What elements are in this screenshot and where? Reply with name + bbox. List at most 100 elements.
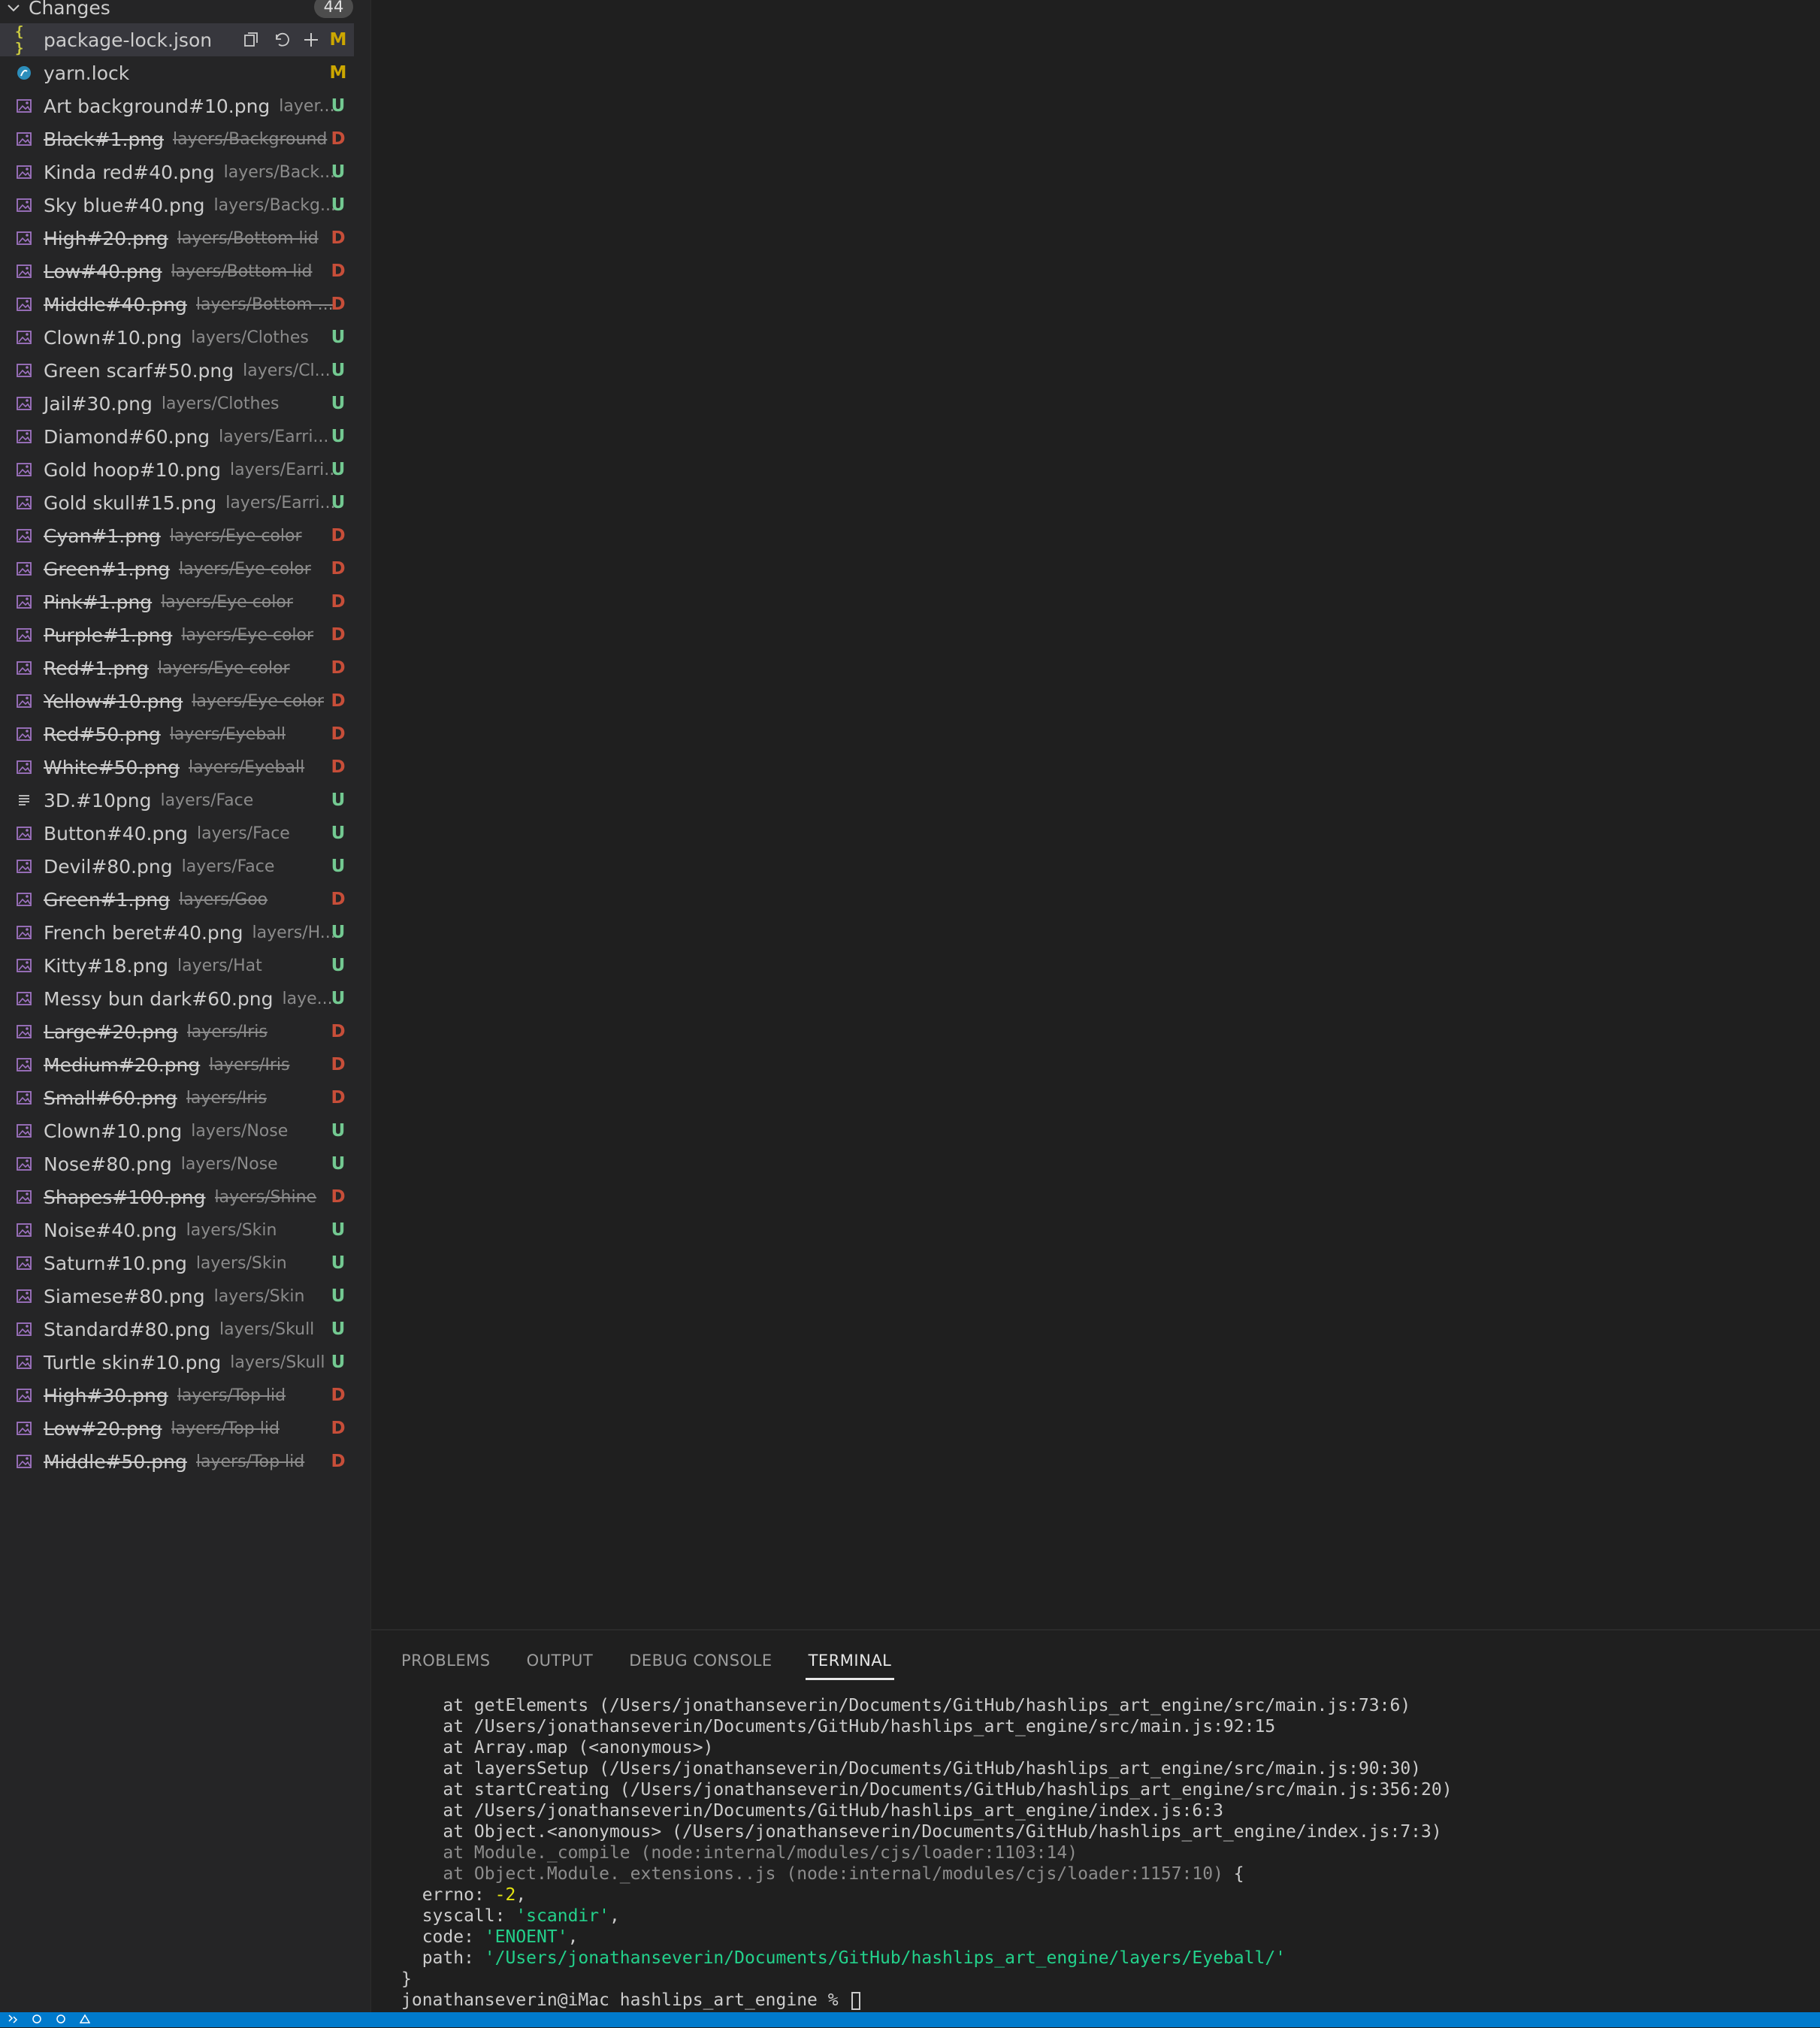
terminal-line: } [401,1969,1799,1990]
file-row[interactable]: White#50.png layers/Eyeball D [0,751,354,784]
image-icon [15,130,33,148]
file-status-badge: D [331,129,346,149]
terminal-line: at Object.Module._extensions..js (node:i… [401,1863,1799,1884]
file-row[interactable]: Low#20.png layers/Top lid D [0,1412,354,1445]
file-row[interactable]: Purple#1.png layers/Eye color D [0,618,354,651]
file-name: Black#1.png [44,128,165,150]
file-row[interactable]: Devil#80.png layers/Face U [0,850,354,883]
file-name: Medium#20.png [44,1053,201,1076]
file-row[interactable]: Saturn#10.png layers/Skin U [0,1247,354,1280]
file-row[interactable]: Middle#40.png layers/Bottom ... D [0,288,354,321]
file-row[interactable]: Art background#10.png layer... U [0,89,354,122]
file-name: Kinda red#40.png [44,161,215,183]
file-row[interactable]: Nose#80.png layers/Nose U [0,1147,354,1180]
sync-icon[interactable] [32,2012,42,2028]
row-actions [241,23,321,56]
file-row[interactable]: Pink#1.png layers/Eye color D [0,585,354,618]
image-icon [15,1155,33,1173]
image-icon [15,1122,33,1140]
image-icon [15,295,33,313]
file-row[interactable]: Red#50.png layers/Eyeball D [0,718,354,751]
file-path: layers/Eye color [181,625,314,645]
file-name: White#50.png [44,756,180,778]
file-row[interactable]: Green#1.png layers/Eye color D [0,552,354,585]
file-row[interactable]: Low#40.png layers/Bottom lid D [0,255,354,288]
file-row[interactable]: { } package-lock.json M [0,23,354,56]
file-row[interactable]: High#30.png layers/Top lid D [0,1379,354,1412]
file-row[interactable]: Sky blue#40.png layers/Backg... U [0,189,354,222]
terminal-line: at /Users/jonathanseverin/Documents/GitH… [401,1800,1799,1821]
file-name: Diamond#60.png [44,425,210,448]
file-row[interactable]: Kitty#18.png layers/Hat U [0,949,354,982]
discard-changes-icon[interactable] [271,30,291,50]
file-row[interactable]: Noise#40.png layers/Skin U [0,1213,354,1247]
warning-icon[interactable] [79,2012,91,2028]
file-name: Turtle skin#10.png [44,1351,222,1374]
file-status-badge: D [331,559,346,579]
file-row[interactable]: Siamese#80.png layers/Skin U [0,1280,354,1313]
changes-section-header[interactable]: Changes 44 [0,0,361,21]
file-path: layers/Face [160,790,254,810]
tab-terminal[interactable]: TERMINAL [805,1644,895,1680]
file-status-badge: U [331,328,346,347]
file-row[interactable]: Small#60.png layers/Iris D [0,1081,354,1114]
chevron-down-icon[interactable] [6,0,21,15]
image-icon [15,1221,33,1239]
file-status-badge: D [331,1386,346,1405]
file-name: yarn.lock [44,62,130,84]
image-icon [15,626,33,644]
file-row[interactable]: Jail#30.png layers/Clothes U [0,387,354,420]
file-row[interactable]: Black#1.png layers/Background D [0,122,354,156]
file-name: Low#20.png [44,1417,162,1440]
file-path: layers/Eye color [157,658,290,678]
file-row[interactable]: Kinda red#40.png layers/Back... U [0,156,354,189]
file-row[interactable]: Middle#50.png layers/Top lid D [0,1445,354,1478]
tab-debug-console[interactable]: DEBUG CONSOLE [629,1644,772,1677]
file-row[interactable]: French beret#40.png layers/H... U [0,916,354,949]
file-status-badge: U [331,394,346,413]
terminal-text: at startCreating (/Users/jonathanseverin… [401,1780,1453,1800]
file-row[interactable]: Medium#20.png layers/Iris D [0,1048,354,1081]
file-name: French beret#40.png [44,921,243,944]
file-row[interactable]: Yellow#10.png layers/Eye color D [0,685,354,718]
file-row[interactable]: Clown#10.png layers/Nose U [0,1114,354,1147]
remote-icon[interactable] [8,2012,18,2028]
terminal-text: at Object.Module._extensions..js (node:i… [401,1864,1223,1884]
file-row[interactable]: High#20.png layers/Bottom lid D [0,222,354,255]
file-row[interactable]: Diamond#60.png layers/Earri... U [0,420,354,453]
changes-title: Changes [29,0,110,19]
stage-changes-icon[interactable] [301,30,321,50]
tab-problems[interactable]: PROBLEMS [401,1644,491,1677]
file-row[interactable]: Standard#80.png layers/Skull U [0,1313,354,1346]
problems-icon[interactable] [56,2012,66,2028]
file-row[interactable]: Shapes#100.png layers/Shine D [0,1180,354,1213]
file-row[interactable]: Green scarf#50.png layers/Cl... U [0,354,354,387]
source-control-sidebar: Changes 44 { } package-lock.json Myarn.loc… [0,0,371,2012]
terminal-prompt-line[interactable]: jonathanseverin@iMac hashlips_art_engine… [401,1990,1799,2011]
terminal-output[interactable]: at getElements (/Users/jonathanseverin/D… [401,1695,1799,2011]
tab-output[interactable]: OUTPUT [527,1644,594,1677]
file-row[interactable]: Clown#10.png layers/Clothes U [0,321,354,354]
file-name: Purple#1.png [44,624,173,646]
file-name: Art background#10.png [44,95,271,117]
file-status-badge: U [331,493,346,512]
file-row[interactable]: Turtle skin#10.png layers/Skull U [0,1346,354,1379]
file-status-badge: D [331,592,346,612]
file-status-badge: D [331,658,346,678]
terminal-prompt: jonathanseverin@iMac hashlips_art_engine… [401,1990,849,2010]
file-row[interactable]: yarn.lock M [0,56,354,89]
file-row[interactable]: 3D.#10png layers/Face U [0,784,354,817]
file-row[interactable]: Red#1.png layers/Eye color D [0,651,354,685]
file-row[interactable]: Messy bun dark#60.png laye... U [0,982,354,1015]
terminal-text: 'scandir' [515,1906,609,1926]
file-row[interactable]: Button#40.png layers/Face U [0,817,354,850]
file-row[interactable]: Gold hoop#10.png layers/Earri... U [0,453,354,486]
file-path: layers/Eye color [169,526,302,546]
file-path: layers/Top lid [171,1419,280,1438]
open-file-icon[interactable] [241,30,261,50]
image-icon [15,1452,33,1470]
file-row[interactable]: Green#1.png layers/Goo D [0,883,354,916]
file-row[interactable]: Gold skull#15.png layers/Earri... U [0,486,354,519]
file-row[interactable]: Cyan#1.png layers/Eye color D [0,519,354,552]
file-row[interactable]: Large#20.png layers/Iris D [0,1015,354,1048]
